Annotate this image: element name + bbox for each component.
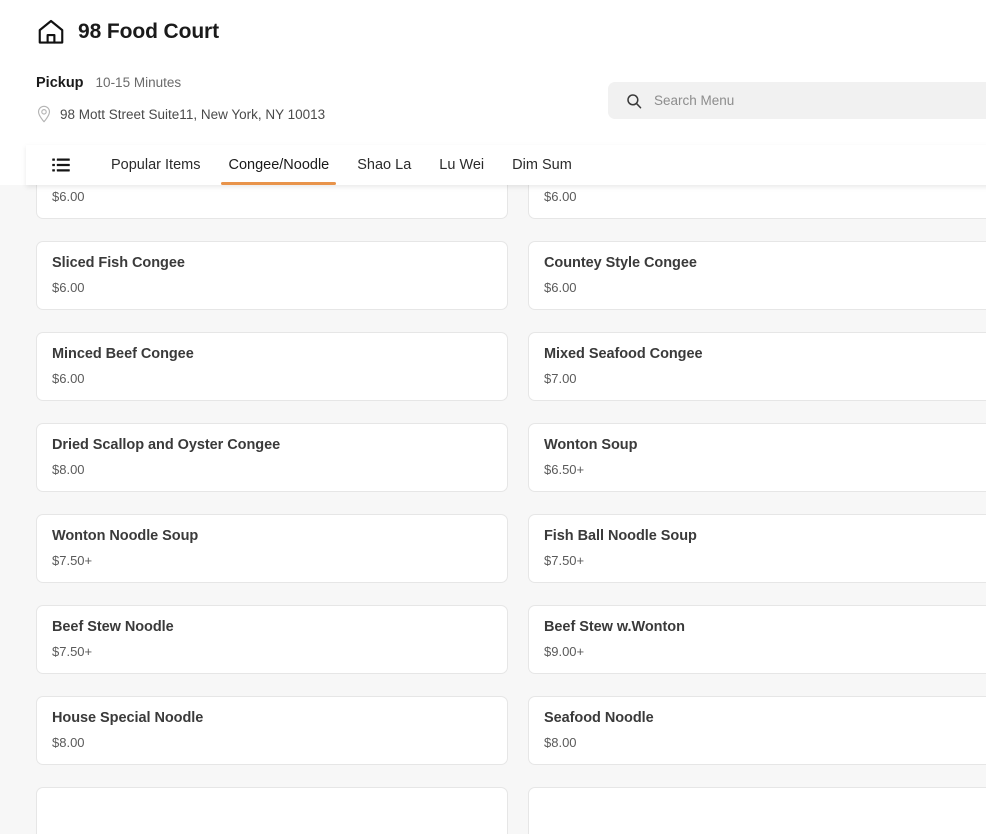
menu-item-card[interactable]: Beef Stew Noodle $7.50+ — [36, 605, 508, 674]
tab-lu-wei[interactable]: Lu Wei — [425, 145, 498, 185]
location-pin-icon — [36, 105, 52, 123]
menu-item-card[interactable]: Spare Ribs w.Dry Vegetable Congee $6.00 — [36, 185, 508, 219]
menu-scroll-container: Spare Ribs w.Dry Vegetable Congee $6.00 … — [0, 185, 986, 834]
menu-category-tabs: Popular Items Congee/Noodle Shao La Lu W… — [26, 145, 986, 185]
menu-item-name: House Special Noodle — [52, 710, 204, 726]
menu-item-card[interactable]: Countey Style Congee $6.00 — [528, 241, 986, 310]
menu-item-card[interactable]: Wonton Soup $6.50+ — [528, 423, 986, 492]
restaurant-menu-page: 98 Food Court Pickup 10-15 Minutes 98 Mo… — [0, 0, 986, 834]
menu-item-price: $6.00 — [52, 280, 85, 295]
menu-item-price: $6.00 — [544, 280, 577, 295]
menu-item-price: $8.00 — [544, 735, 577, 750]
menu-item-card[interactable]: House Special Noodle $8.00 — [36, 696, 508, 765]
pickup-label: Pickup — [36, 75, 84, 91]
menu-item-card[interactable]: Dried Scallop and Oyster Congee $8.00 — [36, 423, 508, 492]
list-menu-icon[interactable] — [52, 158, 97, 172]
page-title: 98 Food Court — [78, 20, 220, 43]
menu-item-card[interactable]: Sliced Fish Congee $6.00 — [36, 241, 508, 310]
menu-item-card[interactable]: Mixed Seafood Congee $7.00 — [528, 332, 986, 401]
tab-shao-la[interactable]: Shao La — [343, 145, 425, 185]
menu-item-name: Beef Stew w.Wonton — [544, 619, 685, 635]
menu-item-name: Wonton Noodle Soup — [52, 528, 199, 544]
menu-item-price: $8.00 — [52, 462, 85, 477]
pickup-time: 10-15 Minutes — [95, 75, 182, 90]
tab-congee-noodle[interactable]: Congee/Noodle — [214, 145, 343, 185]
search-icon — [626, 93, 642, 109]
menu-item-card[interactable]: Pig's Liver, Kidney Stomach Congee $6.00 — [528, 185, 986, 219]
menu-item-price: $7.50+ — [52, 553, 93, 568]
menu-item-card[interactable]: Minced Beef Congee $6.00 — [36, 332, 508, 401]
menu-item-name: Beef Stew Noodle — [52, 619, 174, 635]
search-bar[interactable] — [608, 82, 986, 119]
home-icon — [36, 17, 66, 47]
address-text: 98 Mott Street Suite11, New York, NY 100… — [60, 106, 326, 122]
menu-item-name: Seafood Noodle — [544, 710, 654, 726]
menu-item-card[interactable]: Wonton Noodle Soup $7.50+ — [36, 514, 508, 583]
menu-item-price: $6.00 — [52, 189, 85, 204]
menu-item-name: Fish Ball Noodle Soup — [544, 528, 697, 544]
search-input[interactable] — [654, 82, 986, 119]
menu-item-price: $7.50+ — [544, 553, 585, 568]
menu-item-card[interactable] — [36, 787, 508, 834]
menu-item-name: Mixed Seafood Congee — [544, 346, 703, 362]
title-row: 98 Food Court — [36, 12, 986, 52]
menu-item-card[interactable] — [528, 787, 986, 834]
menu-item-price: $7.00 — [544, 371, 577, 386]
menu-item-price: $8.00 — [52, 735, 85, 750]
menu-item-card[interactable]: Seafood Noodle $8.00 — [528, 696, 986, 765]
menu-item-name: Dried Scallop and Oyster Congee — [52, 437, 281, 453]
tab-popular-items[interactable]: Popular Items — [97, 145, 214, 185]
menu-item-price: $6.00 — [52, 371, 85, 386]
menu-item-grid: Spare Ribs w.Dry Vegetable Congee $6.00 … — [36, 185, 986, 834]
menu-item-name: Countey Style Congee — [544, 255, 697, 271]
menu-item-name: Sliced Fish Congee — [52, 255, 185, 271]
menu-items-region: Spare Ribs w.Dry Vegetable Congee $6.00 … — [0, 185, 986, 834]
menu-item-price: $7.50+ — [52, 644, 93, 659]
menu-item-card[interactable]: Fish Ball Noodle Soup $7.50+ — [528, 514, 986, 583]
menu-item-name: Minced Beef Congee — [52, 346, 194, 362]
menu-item-card[interactable]: Beef Stew w.Wonton $9.00+ — [528, 605, 986, 674]
menu-item-price: $9.00+ — [544, 644, 585, 659]
menu-item-name: Wonton Soup — [544, 437, 638, 453]
menu-item-price: $6.50+ — [544, 462, 585, 477]
menu-item-price: $6.00 — [544, 189, 577, 204]
tab-dim-sum[interactable]: Dim Sum — [498, 145, 586, 185]
